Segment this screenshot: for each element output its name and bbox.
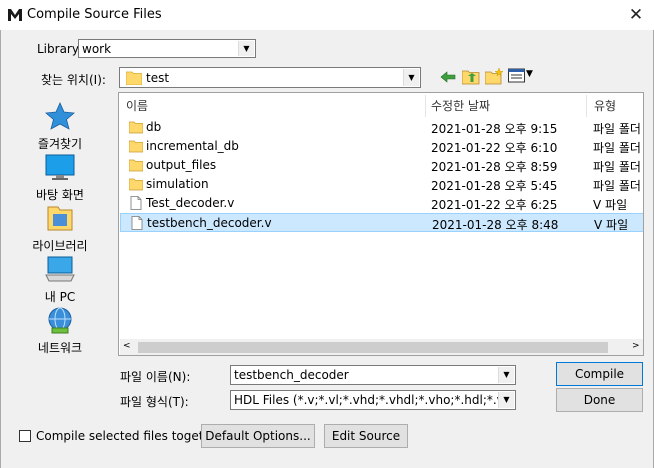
up-folder-icon[interactable] [462, 68, 480, 85]
folder-icon [128, 177, 144, 191]
file-row[interactable]: Test_decoder.v 2021-01-22 오후 6:25 V 파일 [120, 194, 643, 213]
file-date: 2021-01-22 오후 6:10 [431, 141, 558, 155]
lookin-label: 찾는 위치(I): [41, 73, 106, 87]
library-icon [47, 206, 73, 231]
star-icon [45, 102, 75, 130]
close-icon: ✕ [628, 5, 644, 25]
edit-source-button[interactable]: Edit Source [324, 424, 408, 448]
file-icon [129, 196, 143, 210]
chevron-down-icon: ▼ [526, 69, 533, 79]
folder-icon [128, 139, 144, 153]
sort-up-icon: ⌃ [263, 92, 271, 99]
file-row[interactable]: output_files 2021-01-28 오후 8:59 파일 폴더 [120, 156, 643, 175]
file-row[interactable]: db 2021-01-28 오후 9:15 파일 폴더 [120, 118, 643, 137]
file-type: 파일 폴더 [593, 122, 641, 136]
place-label: 내 PC [44, 290, 76, 304]
file-type: V 파일 [594, 218, 629, 232]
modelsim-logo-icon [6, 6, 24, 24]
back-arrow-icon[interactable] [440, 69, 456, 85]
file-name: testbench_decoder.v [147, 216, 272, 230]
column-header-type[interactable]: 유형 [594, 95, 616, 117]
place-label: 라이브러리 [32, 239, 88, 253]
scroll-right-icon[interactable]: > [632, 341, 640, 351]
file-type: 파일 폴더 [593, 179, 641, 193]
file-name: db [146, 120, 162, 134]
column-separator[interactable] [425, 95, 426, 117]
scrollbar-thumb[interactable] [138, 342, 608, 353]
file-date: 2021-01-28 오후 8:59 [431, 160, 558, 174]
file-list[interactable]: ⌃ 이름 수정한 날짜 유형 db 2021-01-28 오후 9:15 파일 폴더… [118, 92, 644, 356]
filetype-select[interactable]: HDL Files (*.v;*.vl;*.vhd;*.vhdl;*.vho;*… [230, 390, 516, 410]
title-bar[interactable]: Compile Source Files ✕ [0, 0, 654, 30]
file-row[interactable]: simulation 2021-01-28 오후 5:45 파일 폴더 [120, 175, 643, 194]
lookin-value: test [146, 71, 170, 85]
filetype-value: HDL Files (*.v;*.vl;*.vhd;*.vhdl;*.vho;*… [234, 393, 498, 407]
filename-label: 파일 이름(N): [120, 370, 191, 384]
place-this-pc[interactable]: 내 PC [20, 255, 100, 305]
scroll-left-icon[interactable]: < [123, 341, 131, 351]
file-type: V 파일 [593, 198, 628, 212]
file-row[interactable]: testbench_decoder.v 2021-01-28 오후 8:48 V 파… [120, 213, 643, 232]
file-date: 2021-01-28 오후 9:15 [431, 122, 558, 136]
file-date: 2021-01-28 오후 8:48 [432, 218, 559, 232]
place-network[interactable]: 네트워크 [20, 306, 100, 356]
place-label: 즐겨찾기 [37, 137, 83, 151]
file-name: output_files [146, 158, 217, 172]
filetype-label: 파일 형식(T): [120, 395, 189, 409]
chevron-down-icon[interactable]: ▼ [238, 41, 254, 56]
folder-icon [128, 120, 144, 134]
chevron-down-icon[interactable]: ▼ [403, 69, 419, 86]
filename-input[interactable]: testbench_decoder ▼ [230, 365, 516, 385]
view-menu-button[interactable]: ▼ [508, 68, 536, 85]
file-date: 2021-01-22 오후 6:25 [431, 198, 558, 212]
computer-icon [45, 256, 75, 282]
filename-value: testbench_decoder [234, 368, 349, 382]
file-row[interactable]: incremental_db 2021-01-22 오후 6:10 파일 폴더 [120, 137, 643, 156]
column-header-name[interactable]: 이름 [126, 95, 148, 117]
network-icon [48, 307, 72, 334]
library-value: work [82, 42, 112, 56]
close-button[interactable]: ✕ [618, 0, 654, 30]
place-libraries[interactable]: 라이브러리 [20, 204, 100, 254]
view-menu-icon [508, 68, 525, 83]
window-title: Compile Source Files [27, 7, 162, 22]
file-date: 2021-01-28 오후 5:45 [431, 179, 558, 193]
done-button[interactable]: Done [556, 388, 643, 412]
place-favorites[interactable]: 즐겨찾기 [20, 102, 100, 152]
column-header-date[interactable]: 수정한 날짜 [431, 95, 490, 117]
folder-icon [126, 71, 142, 85]
place-label: 바탕 화면 [36, 188, 84, 202]
compile-together-label: Compile selected files together [36, 429, 224, 443]
default-options-button[interactable]: Default Options... [201, 424, 315, 448]
folder-icon [128, 158, 144, 172]
lookin-combo[interactable]: test ▼ [119, 67, 421, 88]
file-name: Test_decoder.v [146, 196, 235, 210]
library-combo[interactable]: work ▼ [78, 39, 256, 58]
horizontal-scrollbar[interactable]: < > [120, 339, 643, 355]
file-name: simulation [146, 177, 209, 191]
file-name: incremental_db [146, 139, 239, 153]
place-label: 네트워크 [37, 341, 83, 355]
compile-button[interactable]: Compile [556, 362, 643, 386]
compile-together-checkbox[interactable] [19, 430, 31, 442]
chevron-down-icon[interactable]: ▼ [498, 392, 514, 408]
library-label: Library: [37, 42, 83, 56]
column-separator[interactable] [586, 95, 587, 117]
place-desktop[interactable]: 바탕 화면 [20, 153, 100, 203]
new-folder-icon[interactable] [485, 68, 503, 85]
file-type: 파일 폴더 [593, 141, 641, 155]
chevron-down-icon[interactable]: ▼ [498, 367, 514, 383]
file-type: 파일 폴더 [593, 160, 641, 174]
file-icon [130, 216, 144, 230]
desktop-icon [45, 154, 75, 180]
